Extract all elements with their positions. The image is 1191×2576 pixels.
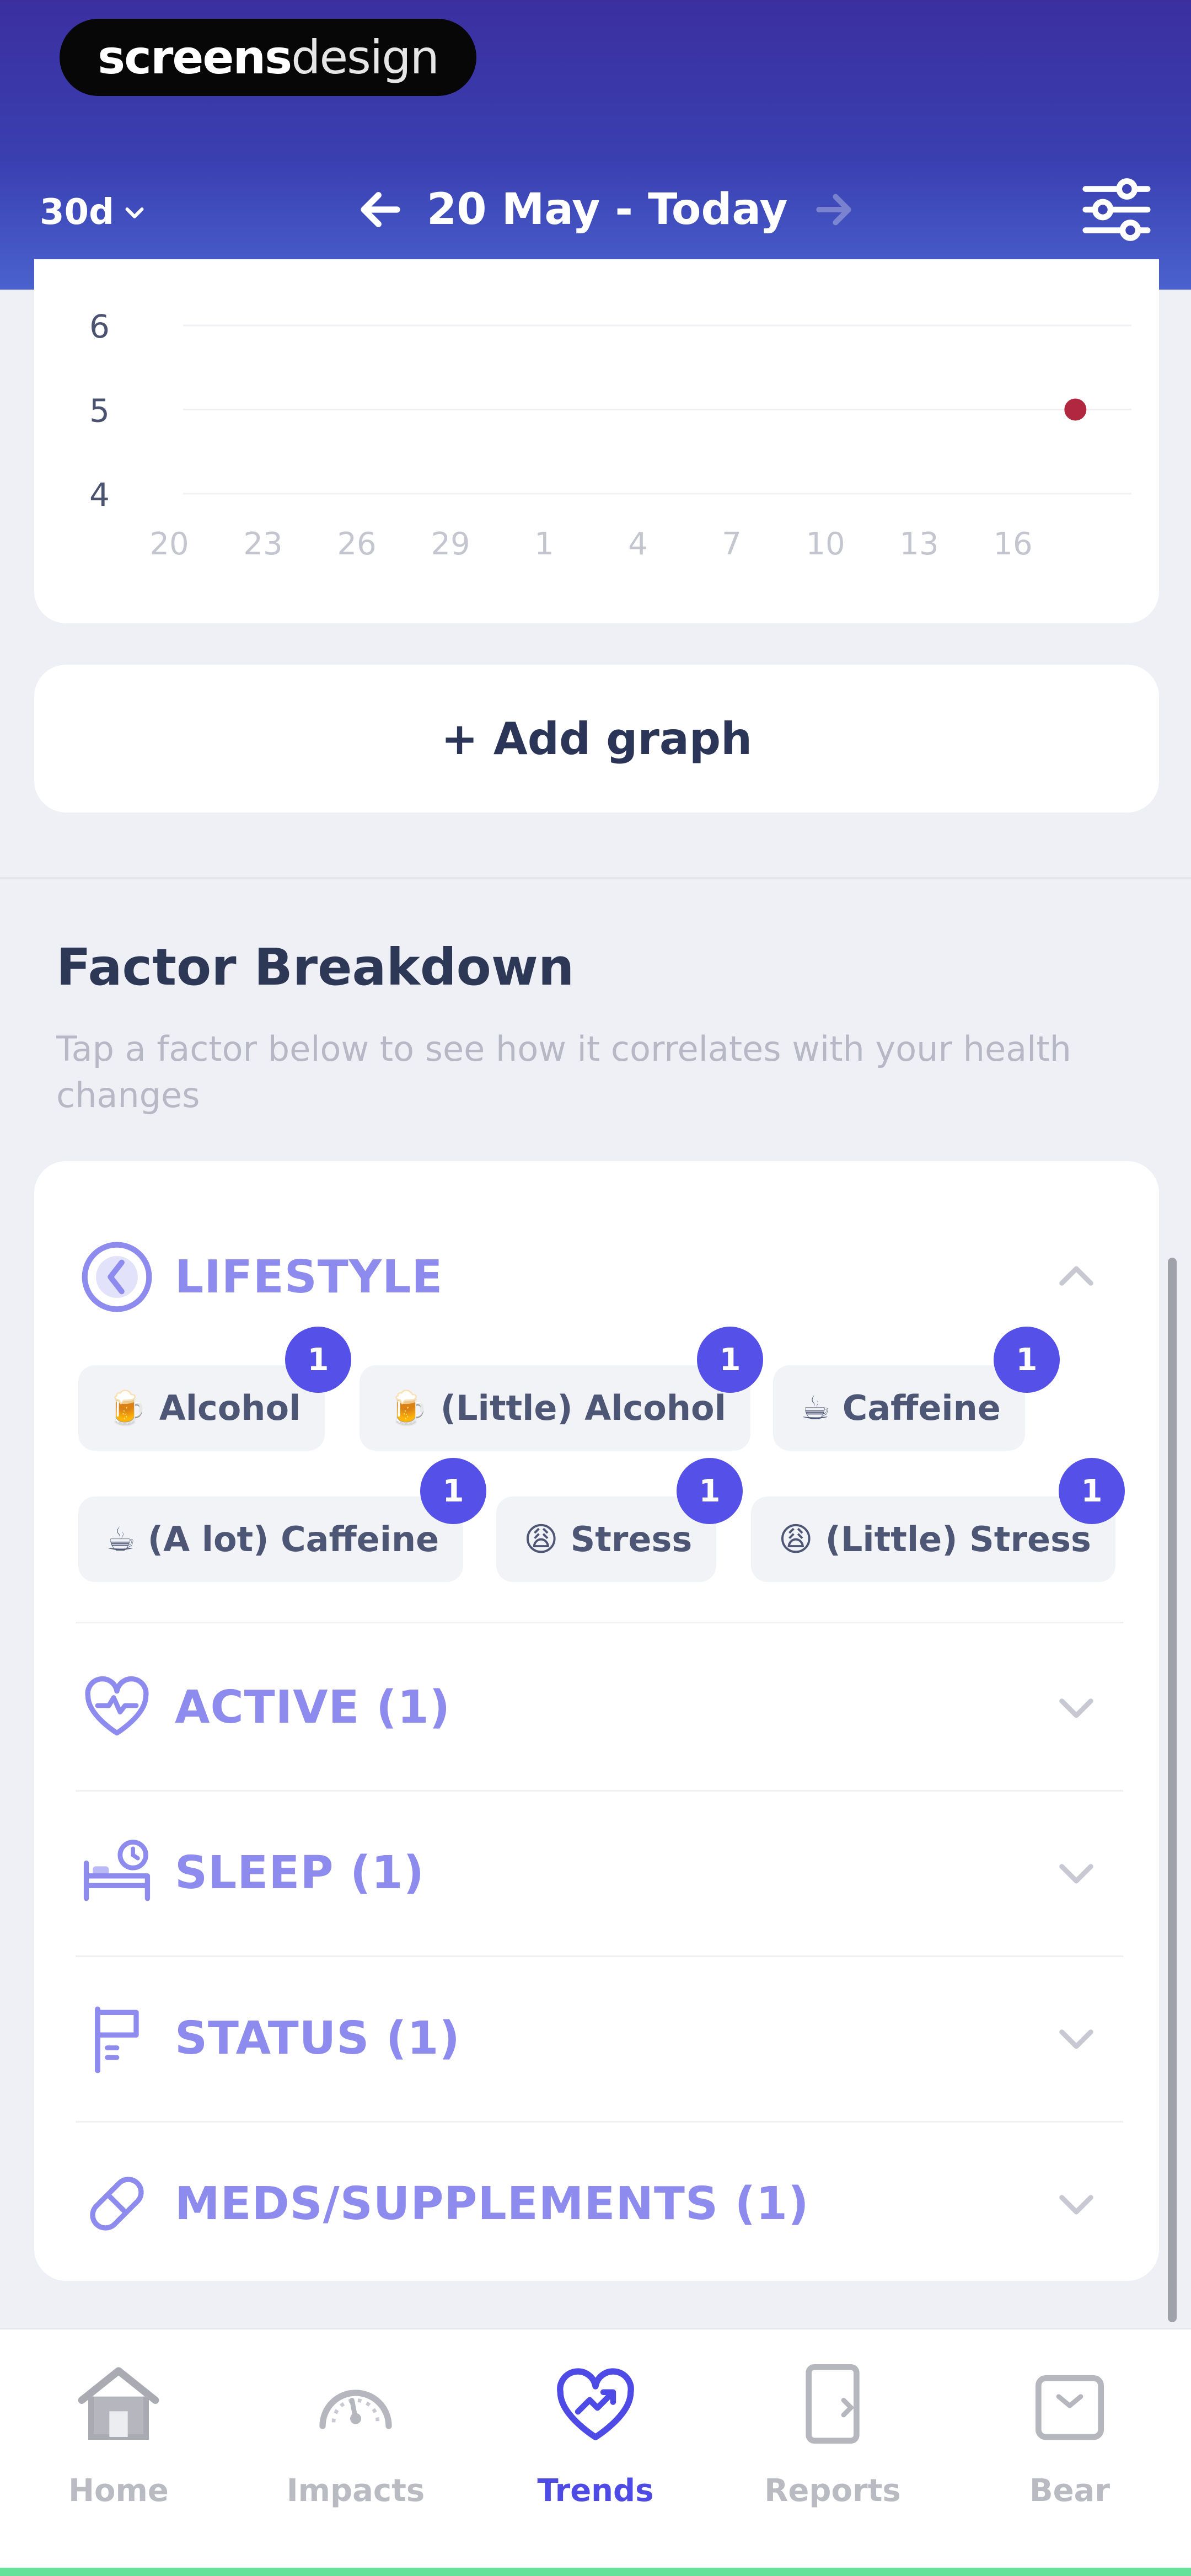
range-value: 30d	[40, 192, 114, 233]
range-dropdown[interactable]: 30d	[40, 188, 147, 237]
row-divider	[76, 1622, 1123, 1623]
bed-icon	[76, 1831, 158, 1914]
home-icon	[66, 2351, 171, 2456]
category-meds-label: MEDS/SUPPLEMENTS (1)	[175, 2177, 809, 2230]
trend-chart-card: 6 5 4 20 23 26 29 1 4 7 10 13 16	[34, 259, 1159, 623]
factor-count-badge: 1	[677, 1458, 743, 1524]
bottom-navigation: Home Impacts Trends Reports Bear	[0, 2328, 1191, 2576]
factor-chip-alcohol[interactable]: 🍺 Alcohol	[78, 1365, 325, 1451]
heart-activity-icon	[76, 1666, 158, 1749]
category-status-label: STATUS (1)	[175, 2012, 460, 2065]
beer-icon: 🍺	[106, 1389, 147, 1428]
app-header: screens design 30d 20 May - Today	[0, 0, 1191, 290]
flag-icon	[76, 1997, 158, 2080]
beer-icon: 🍺	[387, 1389, 428, 1428]
factor-chip-label: Stress	[570, 1519, 693, 1559]
chart-x-tick-label: 7	[722, 526, 742, 562]
document-icon	[780, 2351, 885, 2456]
factor-chip-label: (Little) Stress	[825, 1519, 1091, 1559]
chart-x-tick-label: 4	[628, 526, 648, 562]
scrollbar[interactable]	[1168, 1258, 1177, 2322]
clock-icon	[76, 1236, 158, 1318]
bear-icon	[1017, 2351, 1122, 2456]
chevron-down-icon	[125, 207, 144, 218]
next-period-button[interactable]	[806, 182, 861, 237]
nav-home-label: Home	[68, 2473, 169, 2509]
brand-logo: screens design	[60, 19, 476, 96]
screen-edge	[0, 2568, 1191, 2576]
nav-reports[interactable]: Reports	[750, 2351, 915, 2539]
chart-x-tick-label: 20	[149, 526, 189, 562]
stressed-face-icon: 😩	[524, 1520, 559, 1559]
factor-count-badge: 1	[420, 1458, 486, 1524]
coffee-icon: ☕	[801, 1388, 830, 1428]
pill-icon	[76, 2162, 158, 2245]
chart-y-tick-label: 5	[89, 392, 110, 430]
gauge-icon	[303, 2351, 408, 2456]
chevron-down-icon	[1059, 1864, 1093, 1884]
factor-chip-a-lot-caffeine[interactable]: ☕ (A lot) Caffeine	[78, 1497, 464, 1582]
chart-x-tick-label: 26	[337, 526, 376, 562]
add-graph-label: + Add graph	[441, 713, 753, 765]
chevron-down-icon	[1059, 2195, 1093, 2215]
chevron-down-icon	[1059, 1698, 1093, 1718]
chart-x-tick-label: 29	[431, 526, 470, 562]
chart-x-tick-label: 23	[243, 526, 282, 562]
factor-chip-label: Caffeine	[842, 1388, 1001, 1428]
nav-trends[interactable]: Trends	[513, 2351, 678, 2539]
chart-x-tick-label: 13	[899, 526, 938, 562]
chart-y-tick-label: 4	[89, 476, 110, 514]
brand-logo-bold: screens	[98, 30, 292, 84]
factor-count-badge: 1	[1059, 1458, 1125, 1524]
arrow-left-icon	[361, 192, 400, 227]
category-meds-supplements[interactable]: MEDS/SUPPLEMENTS (1)	[76, 2121, 1134, 2286]
nav-impacts-label: Impacts	[286, 2473, 425, 2509]
factor-chip-little-stress[interactable]: 😩 (Little) Stress	[751, 1497, 1115, 1582]
factor-breakdown-card: LIFESTYLE 🍺 Alcohol 1 🍺 (Little) Alcohol…	[34, 1161, 1159, 2281]
chart-x-tick-label: 16	[993, 526, 1032, 562]
category-sleep-label: SLEEP (1)	[175, 1846, 425, 1899]
factor-chip-label: (A lot) Caffeine	[147, 1519, 439, 1559]
heart-trend-icon	[543, 2351, 648, 2456]
nav-bear-label: Bear	[1029, 2473, 1110, 2509]
category-active[interactable]: ACTIVE (1)	[76, 1624, 1134, 1790]
factor-chip-label: Alcohol	[159, 1388, 301, 1428]
factor-chip-little-alcohol[interactable]: 🍺 (Little) Alcohol	[360, 1365, 750, 1451]
coffee-icon: ☕	[106, 1520, 136, 1559]
category-active-label: ACTIVE (1)	[175, 1681, 451, 1734]
factor-count-badge: 1	[285, 1327, 351, 1393]
category-lifestyle-label: LIFESTYLE	[175, 1250, 443, 1303]
date-range-label: 20 May - Today	[427, 185, 788, 234]
category-sleep[interactable]: SLEEP (1)	[76, 1790, 1134, 1955]
stressed-face-icon: 😩	[779, 1520, 813, 1559]
chart-y-tick-label: 6	[89, 308, 110, 345]
chart-data-point[interactable]	[1064, 398, 1087, 421]
chevron-down-icon	[1059, 2029, 1093, 2049]
section-divider	[0, 877, 1191, 879]
category-status[interactable]: STATUS (1)	[76, 1955, 1134, 2121]
brand-logo-light: design	[291, 30, 439, 84]
sliders-icon	[1082, 178, 1151, 241]
factor-breakdown-title: Factor Breakdown	[56, 938, 575, 997]
nav-impacts[interactable]: Impacts	[273, 2351, 438, 2539]
factor-count-badge: 1	[994, 1327, 1060, 1393]
nav-trends-label: Trends	[537, 2473, 654, 2509]
factor-breakdown-subtitle: Tap a factor below to see how it correla…	[56, 1029, 1071, 1115]
trend-chart: 6 5 4 20 23 26 29 1 4 7 10 13 16	[89, 308, 1131, 562]
factor-count-badge: 1	[697, 1327, 763, 1393]
factor-chip-caffeine[interactable]: ☕ Caffeine	[773, 1365, 1025, 1451]
nav-reports-label: Reports	[764, 2473, 901, 2509]
factor-chip-label: (Little) Alcohol	[440, 1388, 726, 1428]
filter-settings-button[interactable]	[1075, 168, 1158, 251]
chart-x-tick-label: 10	[806, 526, 845, 562]
prev-period-button[interactable]	[353, 182, 408, 237]
add-graph-button[interactable]: + Add graph	[34, 665, 1159, 813]
nav-home[interactable]: Home	[36, 2351, 201, 2539]
chart-x-tick-label: 1	[534, 526, 554, 562]
arrow-right-icon	[816, 194, 852, 226]
chevron-up-icon	[1059, 1266, 1093, 1286]
date-navigator: 20 May - Today	[353, 177, 861, 243]
category-lifestyle[interactable]: LIFESTYLE	[76, 1194, 1134, 1360]
nav-bear[interactable]: Bear	[987, 2351, 1152, 2539]
